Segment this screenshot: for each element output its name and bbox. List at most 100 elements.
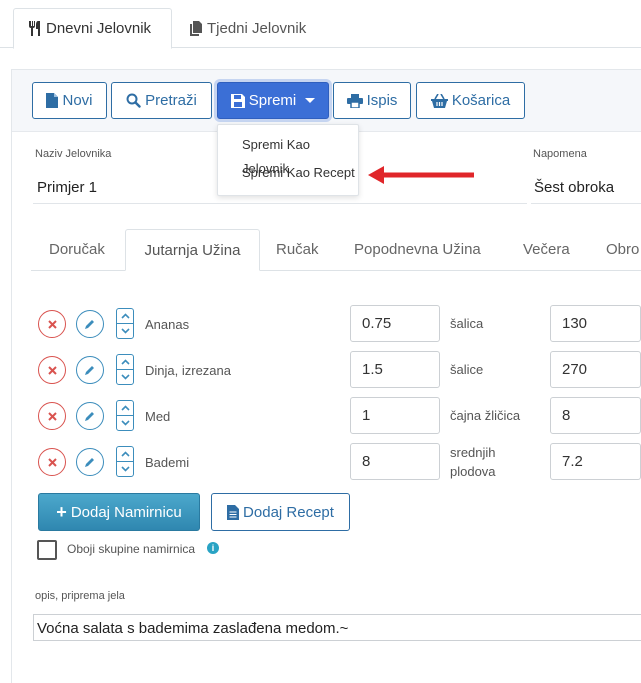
step-down-button[interactable] <box>116 461 134 477</box>
basket-button-label: Košarica <box>451 92 511 109</box>
tab-breakfast[interactable]: Doručak <box>49 229 105 271</box>
edit-food-button[interactable] <box>76 402 104 430</box>
new-button-label: Novi <box>62 92 93 109</box>
file-icon <box>46 93 59 108</box>
delete-food-button[interactable] <box>38 448 66 476</box>
chevron-down-icon <box>120 328 130 334</box>
note-label: Napomena <box>533 148 587 160</box>
quantity-input[interactable]: 1.5 <box>350 351 440 388</box>
quantity-input[interactable]: 0.75 <box>350 305 440 342</box>
step-up-button[interactable] <box>116 354 134 370</box>
delete-food-button[interactable] <box>38 310 66 338</box>
quantity-stepper[interactable] <box>116 308 134 340</box>
tab-weekly-menu-label: Tjedni Jelovnik <box>207 20 307 37</box>
pencil-icon <box>85 458 94 467</box>
pencil-icon <box>85 366 94 375</box>
note-input[interactable]: Šest obroka <box>534 179 614 196</box>
save-dropdown-menu: Spremi Kao Jelovnik Spremi Kao Recept <box>217 124 359 196</box>
add-food-button[interactable]: + Dodaj Namirnicu <box>38 493 200 531</box>
meal-tab-bar: Doručak Jutarnja Užina Ručak Popodnevna … <box>31 229 641 271</box>
tab-daily-menu-label: Dnevni Jelovnik <box>46 20 152 37</box>
tab-morning-snack[interactable]: Jutarnja Užina <box>125 229 260 271</box>
chevron-up-icon <box>120 451 130 457</box>
quantity-input[interactable]: 8 <box>350 443 440 480</box>
info-icon[interactable]: i <box>207 542 219 554</box>
tab-dinner[interactable]: Večera <box>523 229 570 271</box>
note-underline <box>531 203 641 204</box>
print-icon <box>346 93 363 108</box>
chevron-up-icon <box>120 405 130 411</box>
quantity-stepper[interactable] <box>116 400 134 432</box>
description-textarea[interactable]: Voćna salata s bademima zaslađena medom.… <box>33 614 641 641</box>
edit-food-button[interactable] <box>76 356 104 384</box>
amount-input[interactable]: 7.2 <box>550 443 641 480</box>
chevron-down-icon <box>120 466 130 472</box>
unit-line-1: srednjih <box>450 445 496 460</box>
print-button-label: Ispis <box>366 92 398 109</box>
save-button[interactable]: Spremi <box>217 82 329 119</box>
quantity-input[interactable]: 1 <box>350 397 440 434</box>
step-up-button[interactable] <box>116 308 134 324</box>
unit-label: šalice <box>450 362 484 377</box>
save-as-recipe-item[interactable]: Spremi Kao Recept <box>218 161 358 185</box>
copy-icon <box>189 21 203 36</box>
new-button[interactable]: Novi <box>32 82 107 119</box>
delete-food-button[interactable] <box>38 356 66 384</box>
food-name: Ananas <box>145 317 190 332</box>
shopping-basket-icon <box>430 93 448 108</box>
menu-name-input[interactable]: Primjer 1 <box>37 179 97 196</box>
description-label: opis, priprema jela <box>35 590 125 602</box>
save-button-label: Spremi <box>248 92 297 109</box>
close-icon <box>47 411 57 421</box>
unit-line-2: plodova <box>450 464 496 479</box>
close-icon <box>47 457 57 467</box>
cutlery-icon <box>28 21 42 36</box>
edit-food-button[interactable] <box>76 448 104 476</box>
step-down-button[interactable] <box>116 323 134 339</box>
step-down-button[interactable] <box>116 415 134 431</box>
unit-label: čajna žličica <box>450 408 521 423</box>
top-tab-bar: Dnevni Jelovnik Tjedni Jelovnik <box>0 0 641 49</box>
step-down-button[interactable] <box>116 369 134 385</box>
basket-button[interactable]: Košarica <box>416 82 525 119</box>
search-button[interactable]: Pretraži <box>111 82 212 119</box>
red-arrow-icon <box>368 166 474 184</box>
tab-weekly-menu[interactable]: Tjedni Jelovnik <box>175 8 320 49</box>
amount-input[interactable]: 130 <box>550 305 641 342</box>
unit-label: šalica <box>450 316 484 331</box>
tab-daily-menu[interactable]: Dnevni Jelovnik <box>13 8 172 49</box>
chevron-down-icon <box>120 374 130 380</box>
edit-food-button[interactable] <box>76 310 104 338</box>
plus-icon: + <box>56 501 67 522</box>
quantity-stepper[interactable] <box>116 446 134 478</box>
food-name: Bademi <box>145 455 190 470</box>
file-text-icon <box>227 504 240 520</box>
step-up-button[interactable] <box>116 400 134 416</box>
pencil-icon <box>85 412 94 421</box>
step-up-button[interactable] <box>116 446 134 462</box>
delete-food-button[interactable] <box>38 402 66 430</box>
amount-input[interactable]: 270 <box>550 351 641 388</box>
menu-name-underline <box>33 203 527 204</box>
color-groups-label: Oboji skupine namirnica <box>67 542 196 556</box>
add-food-button-label: Dodaj Namirnicu <box>70 503 182 521</box>
quantity-stepper[interactable] <box>116 354 134 386</box>
chevron-up-icon <box>120 313 130 319</box>
tab-lunch[interactable]: Ručak <box>276 229 319 271</box>
chevron-up-icon <box>120 359 130 365</box>
add-recipe-button[interactable]: Dodaj Recept <box>211 493 350 531</box>
menu-name-label: Naziv Jelovnika <box>35 148 112 160</box>
save-as-menu-item[interactable]: Spremi Kao Jelovnik <box>218 133 358 176</box>
tab-meal-more[interactable]: Obro <box>606 229 639 271</box>
tab-afternoon-snack[interactable]: Popodnevna Užina <box>354 229 481 271</box>
color-groups-checkbox[interactable] <box>37 540 57 560</box>
floppy-disk-icon <box>230 93 245 108</box>
amount-input[interactable]: 8 <box>550 397 641 434</box>
food-name: Med <box>145 409 171 424</box>
food-name: Dinja, izrezana <box>145 363 231 378</box>
close-icon <box>47 365 57 375</box>
unit-label: srednjih plodova <box>450 443 496 481</box>
chevron-down-icon <box>120 420 130 426</box>
print-button[interactable]: Ispis <box>333 82 411 119</box>
search-button-label: Pretraži <box>145 92 197 109</box>
